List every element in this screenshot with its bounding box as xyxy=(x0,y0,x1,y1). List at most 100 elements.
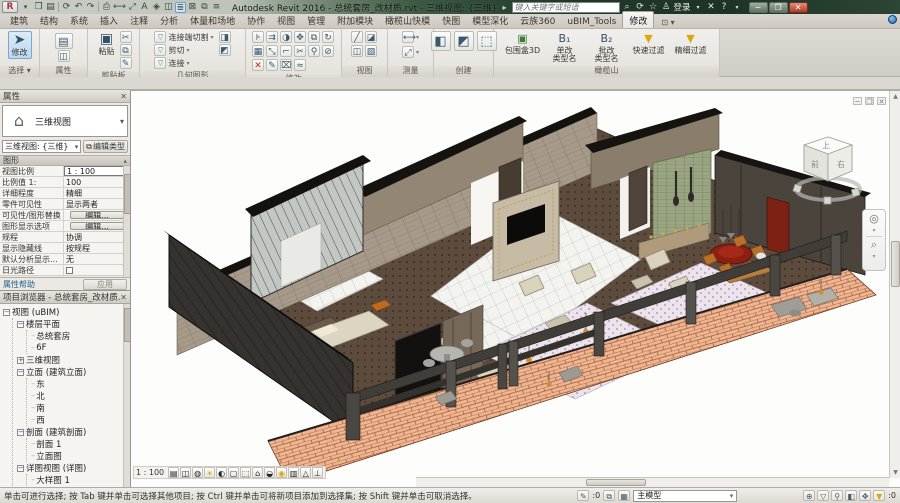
property-value[interactable]: 编辑... xyxy=(70,222,124,230)
property-value[interactable]: 精细 xyxy=(64,188,130,198)
tab-分析[interactable]: 分析 xyxy=(154,12,184,28)
visual-style-icon[interactable]: ◫ xyxy=(180,467,191,478)
property-value[interactable]: 编辑... xyxy=(70,211,124,219)
design-options-select[interactable]: 主模型 ▾ xyxy=(633,490,737,502)
tree-item-东[interactable]: –东 xyxy=(31,378,130,390)
property-value[interactable]: 协调 xyxy=(64,232,130,242)
section-collapse-icon[interactable]: ▴ xyxy=(123,157,127,165)
properties-close-icon[interactable]: ✕ xyxy=(120,92,127,101)
viewport-restore-icon[interactable]: ❐ xyxy=(865,97,874,105)
tree-item-6F[interactable]: –6F xyxy=(31,342,130,354)
properties-scrollbar[interactable] xyxy=(123,166,130,277)
worksets-dialog-icon[interactable]: ⧉ xyxy=(603,490,615,501)
scroll-up-icon[interactable]: ▲ xyxy=(890,91,900,102)
geometry-item-剪切[interactable]: ⌔剪切▾ xyxy=(154,44,213,56)
select-pinned-elements-icon[interactable]: ⚲ xyxy=(831,490,843,501)
unlocked-3d-view-icon[interactable]: ⌂ xyxy=(252,467,263,478)
instance-selector[interactable]: 三维视图: {三维} ▾ xyxy=(2,140,81,153)
properties-section-graphics[interactable]: 图形 ▴ xyxy=(0,155,130,166)
tree-item-立面图[interactable]: –立面图 xyxy=(31,450,130,462)
properties-help-link[interactable]: 属性帮助 xyxy=(3,279,35,290)
measure-icon[interactable]: ⟷ xyxy=(402,31,414,43)
cut-icon[interactable]: ✂ xyxy=(120,31,132,43)
temporary-view-properties-icon[interactable]: ▥ xyxy=(288,467,299,478)
minimize-button[interactable]: ─ xyxy=(749,2,768,13)
tree-item-详图视图 (详图)[interactable]: −详图视图 (详图) xyxy=(17,462,130,474)
tab-结构[interactable]: 结构 xyxy=(34,12,64,28)
tab-视图[interactable]: 视图 xyxy=(271,12,301,28)
show-crop-region-icon[interactable]: ⬚ xyxy=(240,467,251,478)
viewport-minimize-icon[interactable]: ─ xyxy=(853,97,862,105)
editing-requests-icon[interactable]: ✎ xyxy=(577,490,589,501)
ribbon-display-toggle[interactable]: ⊡ ▾ xyxy=(658,17,677,28)
temporary-hide-isolate-icon[interactable]: ◒ xyxy=(264,467,275,478)
tree-item-剖面 (建筑剖面)[interactable]: −剖面 (建筑剖面) xyxy=(17,426,130,438)
tab-注释[interactable]: 注释 xyxy=(124,12,154,28)
property-value[interactable]: 1 : 100 xyxy=(64,166,130,176)
tab-附加模块[interactable]: 附加模块 xyxy=(331,12,379,28)
project-browser-close-icon[interactable]: ✕ xyxy=(120,293,127,302)
apply-button[interactable]: 应用 xyxy=(83,279,127,290)
property-value[interactable] xyxy=(64,265,130,275)
tab-橄榄山快模[interactable]: 橄榄山快模 xyxy=(379,12,436,28)
horizontal-scrollbar[interactable] xyxy=(416,477,889,487)
tree-item-视图 (uBIM)[interactable]: −视图 (uBIM) xyxy=(3,306,130,318)
copy-icon[interactable]: ⧉ xyxy=(120,44,132,56)
modify-tool-button[interactable]: ➤ 修改 xyxy=(8,31,32,59)
properties-palette-icon[interactable]: ▤ xyxy=(55,33,73,49)
pin-icon[interactable]: ⚲ xyxy=(308,45,320,57)
tree-item-剖面 1[interactable]: –剖面 1 xyxy=(31,438,130,450)
tab-快图[interactable]: 快图 xyxy=(436,12,466,28)
property-value[interactable]: 按规程 xyxy=(64,243,130,253)
reveal-hidden-elements-icon[interactable]: ◉ xyxy=(276,467,287,478)
user-icon[interactable]: ♙ xyxy=(661,2,672,12)
detail-level-icon[interactable]: ▤ xyxy=(168,467,179,478)
browser-scrollbar[interactable] xyxy=(123,304,130,487)
olive-button-bounding-box-3d[interactable]: ▣包围盒3D xyxy=(504,32,542,55)
create-parts-icon[interactable]: ◧ xyxy=(431,31,451,51)
scroll-down-icon[interactable]: ▼ xyxy=(890,467,900,478)
tab-系统[interactable]: 系统 xyxy=(64,12,94,28)
aligned-dimension-icon[interactable]: ⤢ xyxy=(402,46,414,58)
show-constraints-icon[interactable]: ⊥ xyxy=(312,467,323,478)
sign-in-button[interactable]: 登录 xyxy=(674,1,691,13)
paste-button[interactable]: ▣ 粘贴 xyxy=(96,31,118,57)
unpin-icon[interactable]: ⊘ xyxy=(322,45,334,57)
tree-item-南[interactable]: –南 xyxy=(31,402,130,414)
zoom-caret-icon[interactable]: ▾ xyxy=(872,253,875,260)
select-links-icon[interactable]: ⊕ xyxy=(803,490,815,501)
cut-profile-icon[interactable]: ◪ xyxy=(365,31,377,43)
steering-wheel-icon[interactable]: ◎ xyxy=(869,213,879,225)
wheel-caret-icon[interactable]: ▾ xyxy=(872,227,875,234)
selection-filter-icon[interactable]: ▼ xyxy=(873,490,885,501)
tree-item-大样图 1[interactable]: –大样图 1 xyxy=(31,474,130,486)
olive-button-fine-filter[interactable]: ▼精细过滤 xyxy=(672,32,710,55)
help-caret-icon[interactable]: ▾ xyxy=(732,4,743,11)
show-hidden-lines-icon[interactable]: ◫ xyxy=(351,45,363,57)
scale-icon[interactable]: ⤡ xyxy=(266,45,278,57)
tree-expander-icon[interactable]: − xyxy=(17,429,24,436)
move-icon[interactable]: ✥ xyxy=(294,31,306,43)
offset-icon[interactable]: ⇉ xyxy=(266,31,278,43)
communication-center-icon[interactable] xyxy=(888,15,897,24)
align-icon[interactable]: ⊧ xyxy=(252,31,264,43)
zoom-icon[interactable]: ⌕ xyxy=(871,239,877,251)
linework-icon[interactable]: ╱ xyxy=(351,31,363,43)
paint-icon[interactable]: ◨ xyxy=(219,31,231,43)
array-icon[interactable]: ▦ xyxy=(252,45,264,57)
view-cube[interactable]: 上 前 右 xyxy=(790,131,870,211)
shadows-icon[interactable]: ◐ xyxy=(216,467,227,478)
property-value[interactable]: 显示两者 xyxy=(64,199,130,209)
drawing-area[interactable]: ─ ❐ ✕ 上 前 右 ◎ ▾ ⌕ ▾ ▲ ▼ 1 : 100 ▤◫◍☀◐▢⬚⌂… xyxy=(131,90,900,487)
tab-修改[interactable]: 修改 xyxy=(622,11,654,28)
mirror-icon[interactable]: ◑ xyxy=(280,31,292,43)
select-elements-by-face-icon[interactable]: ◧ xyxy=(845,490,857,501)
signin-caret-icon[interactable]: ▾ xyxy=(693,4,704,11)
vertical-scrollbar[interactable]: ▲ ▼ xyxy=(889,91,900,478)
exchange-apps-icon[interactable]: ✕ xyxy=(706,2,717,12)
view-scale-button[interactable]: 1 : 100 xyxy=(136,468,164,477)
tab-协作[interactable]: 协作 xyxy=(241,12,271,28)
tree-expander-icon[interactable]: − xyxy=(17,465,24,472)
tab-插入[interactable]: 插入 xyxy=(94,12,124,28)
select-underlay-elements-icon[interactable]: ▽ xyxy=(817,490,829,501)
